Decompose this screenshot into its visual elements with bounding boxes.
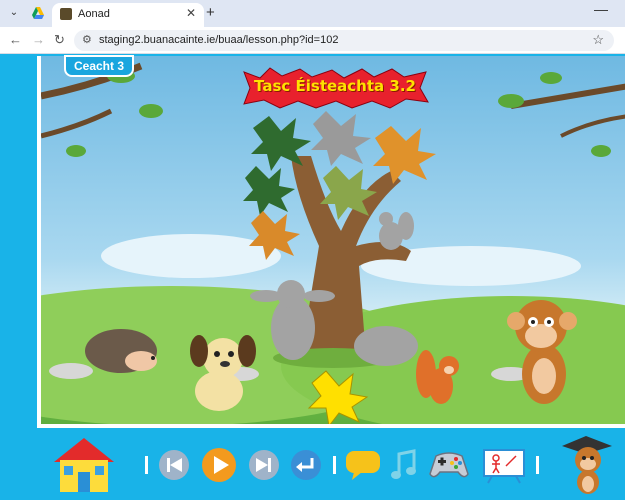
site-info-icon[interactable]: ⚙ bbox=[82, 33, 92, 46]
forward-arrow-icon[interactable]: → bbox=[32, 32, 45, 47]
leaf-orange bbox=[373, 126, 436, 184]
gamepad-icon[interactable] bbox=[428, 446, 470, 482]
back-arrow-icon[interactable]: ← bbox=[9, 32, 22, 47]
browser-toolbar: ← → ↻ ⚙ staging2.buanacainte.ie/buaa/les… bbox=[0, 27, 625, 54]
music-note-icon[interactable] bbox=[390, 448, 418, 482]
lesson-badge: Ceacht 3 bbox=[64, 55, 134, 77]
branch bbox=[560, 114, 625, 138]
leaf-green bbox=[243, 166, 295, 216]
leaf bbox=[66, 145, 86, 157]
skip-forward-icon[interactable] bbox=[248, 449, 280, 481]
hedgehog-shadow bbox=[354, 326, 418, 366]
divider bbox=[145, 456, 148, 474]
lesson-stage bbox=[37, 56, 625, 428]
hedgehog[interactable] bbox=[85, 329, 157, 373]
plus-icon[interactable]: + bbox=[206, 4, 215, 21]
return-icon[interactable] bbox=[290, 449, 322, 481]
leaf bbox=[540, 72, 562, 84]
reload-icon[interactable]: ↻ bbox=[54, 32, 65, 48]
browser-tab[interactable]: Aonad ✕ bbox=[52, 3, 204, 27]
scene-canvas bbox=[41, 62, 625, 424]
tab-title: Aonad bbox=[78, 8, 110, 20]
shadow-leaf bbox=[311, 111, 371, 166]
branch bbox=[510, 83, 625, 109]
squirrel-shadow bbox=[379, 212, 414, 250]
divider bbox=[333, 456, 336, 474]
leaf bbox=[498, 94, 524, 108]
branch bbox=[41, 108, 113, 139]
chevron-down-icon[interactable]: ⌄ bbox=[6, 5, 22, 21]
url-text[interactable]: staging2.buanacainte.ie/buaa/lesson.php?… bbox=[99, 34, 338, 46]
drive-icon[interactable] bbox=[31, 6, 45, 20]
play-icon[interactable] bbox=[201, 447, 237, 483]
leaf bbox=[591, 145, 611, 157]
divider bbox=[536, 456, 539, 474]
speech-bubble-icon[interactable] bbox=[344, 448, 382, 482]
minimize-icon[interactable]: — bbox=[594, 1, 608, 17]
tab-strip: ⌄ Aonad ✕ + — bbox=[0, 0, 625, 27]
monkey-graduate-icon[interactable] bbox=[558, 436, 616, 496]
stone bbox=[49, 363, 93, 379]
leaf bbox=[139, 104, 163, 118]
whiteboard-icon[interactable] bbox=[482, 446, 526, 484]
close-icon[interactable]: ✕ bbox=[186, 6, 196, 20]
star-icon[interactable]: ☆ bbox=[592, 32, 604, 48]
skip-back-icon[interactable] bbox=[158, 449, 190, 481]
home-icon[interactable] bbox=[52, 436, 116, 494]
lesson-title: Tasc Éisteachta 3.2 bbox=[254, 77, 416, 95]
address-bar[interactable]: ⚙ staging2.buanacainte.ie/buaa/lesson.ph… bbox=[74, 30, 614, 51]
favicon-icon bbox=[60, 8, 72, 20]
